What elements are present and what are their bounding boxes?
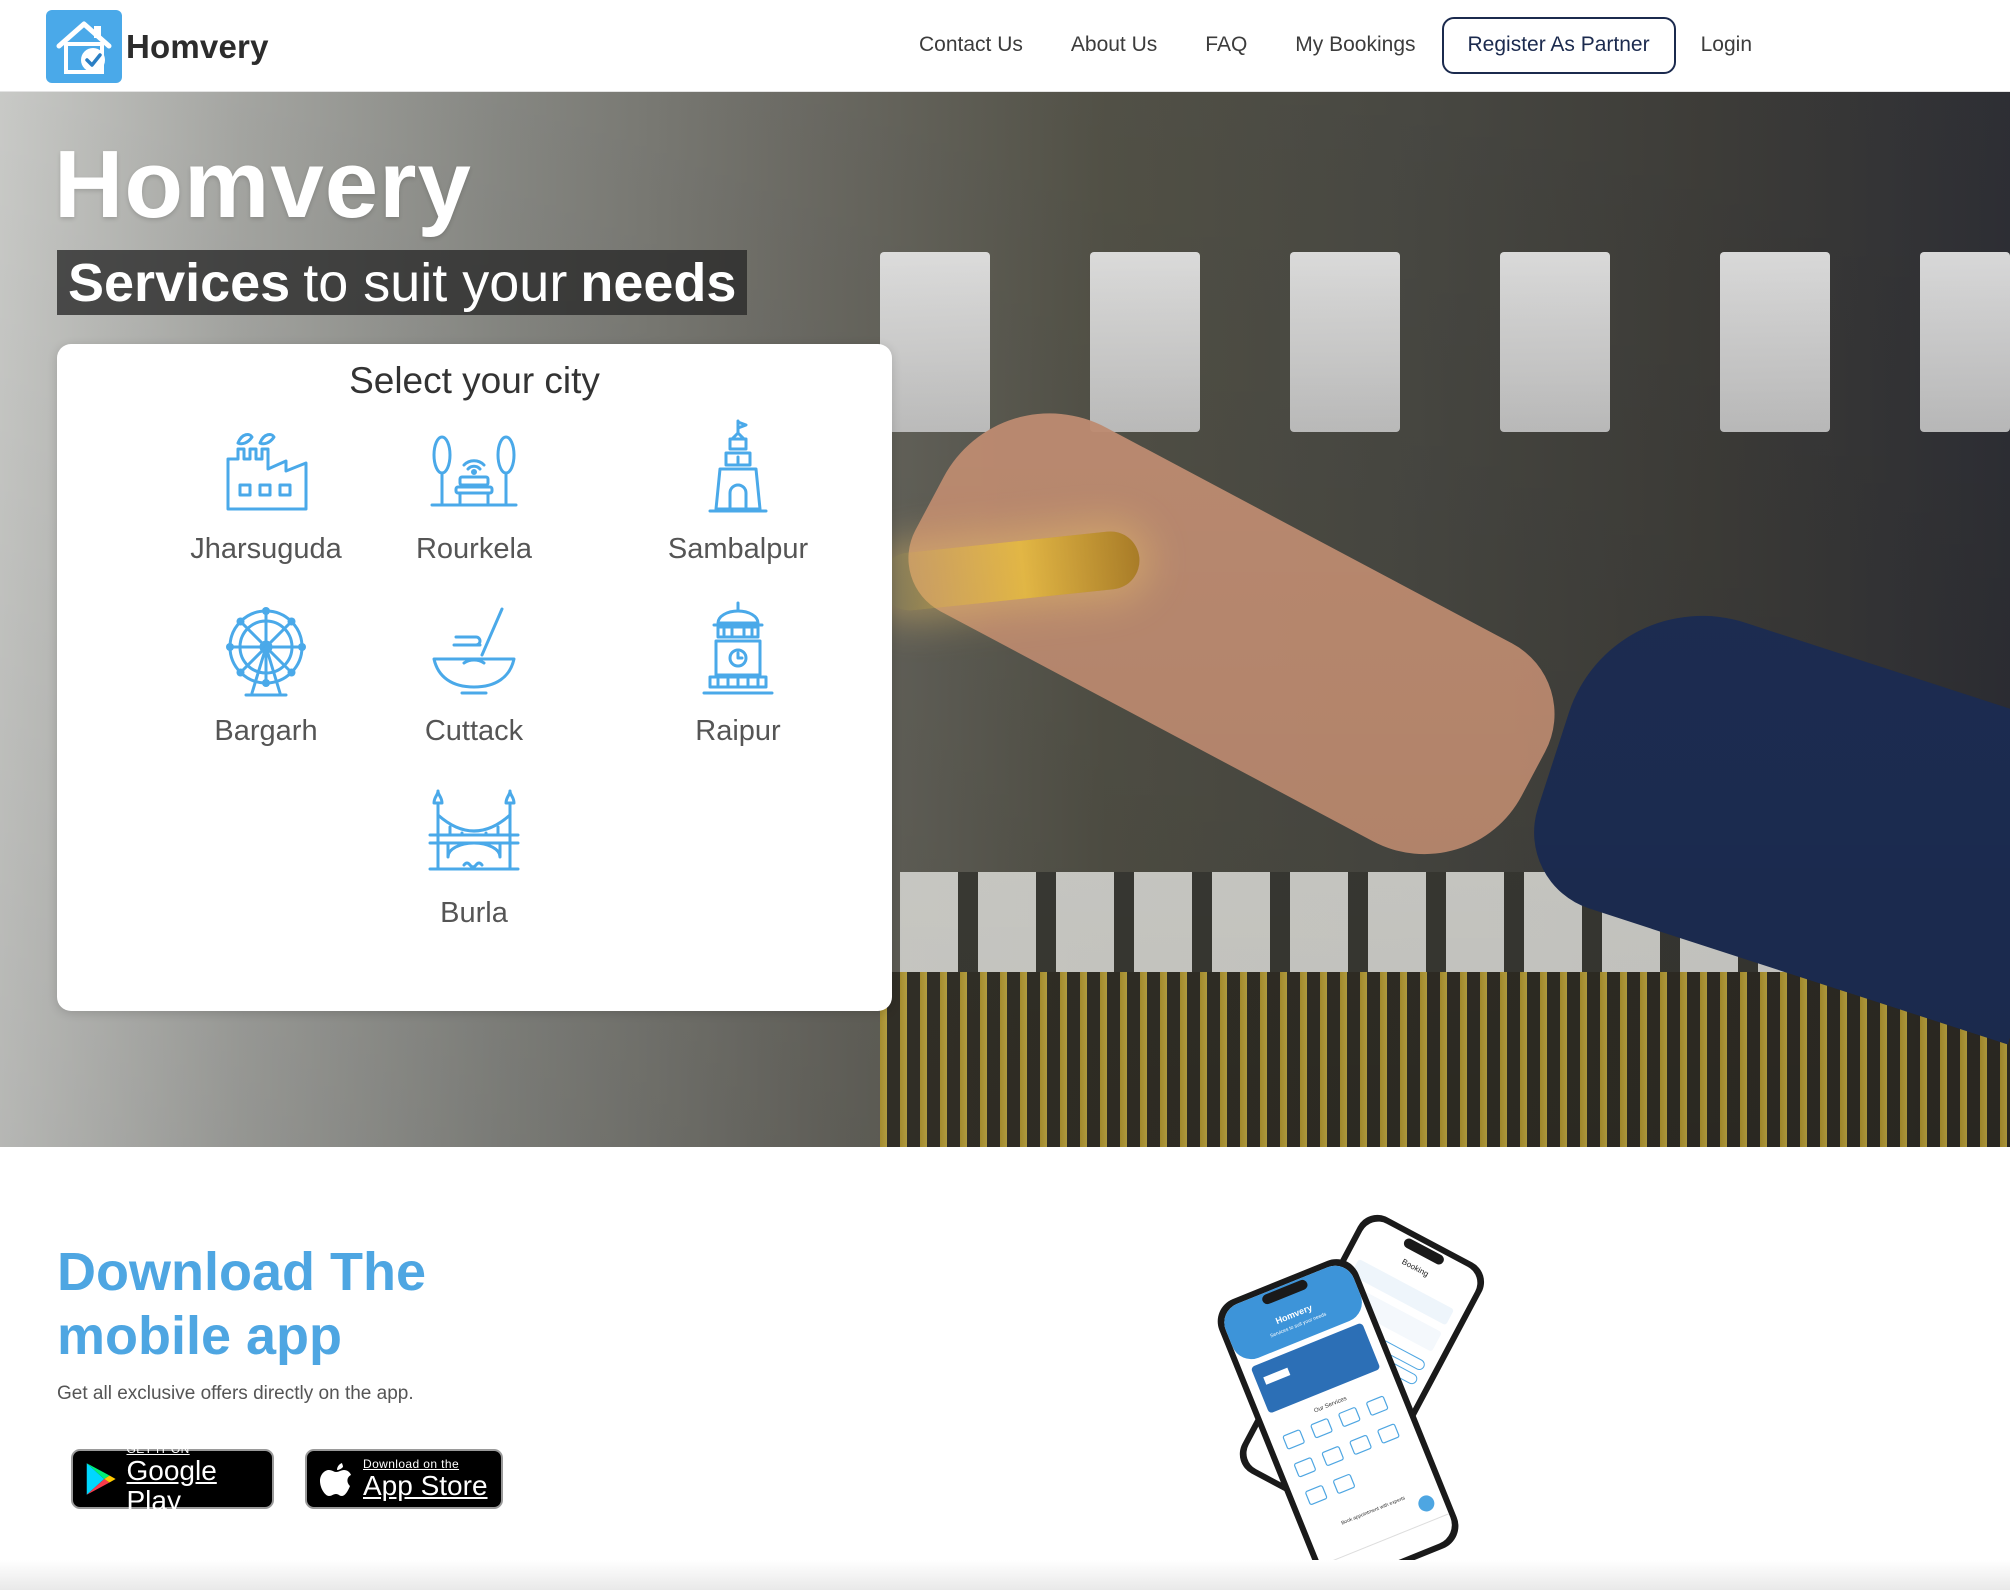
ferris-wheel-icon (226, 607, 306, 697)
hero-tagline: Services to suit your needs (57, 250, 748, 315)
register-partner-button[interactable]: Register As Partner (1441, 16, 1676, 74)
city-name: Bargarh (214, 715, 318, 747)
app-store-button[interactable]: Download on the App Store (305, 1449, 503, 1509)
city-burla[interactable]: Burla (364, 783, 584, 930)
brand-logo[interactable]: Homvery (46, 10, 269, 83)
main-nav: Contact Us About Us FAQ My Bookings Regi… (919, 16, 1752, 74)
city-sambalpur[interactable]: Sambalpur (628, 419, 848, 566)
download-subtitle: Get all exclusive offers directly on the… (57, 1383, 414, 1404)
city-name: Rourkela (415, 533, 533, 565)
tagline-strong-needs: needs (580, 252, 737, 313)
city-bargarh[interactable]: Bargarh (156, 601, 376, 748)
nav-my-bookings[interactable]: My Bookings (1295, 33, 1415, 57)
nav-faq[interactable]: FAQ (1205, 33, 1247, 57)
brand-name: Homvery (126, 27, 269, 65)
city-name: Jharsuguda (190, 533, 342, 565)
city-cuttack[interactable]: Cuttack (364, 601, 584, 748)
clock-tower-icon (702, 601, 774, 695)
nav-login[interactable]: Login (1701, 33, 1752, 57)
city-jharsuguda[interactable]: Jharsuguda (156, 419, 376, 566)
apple-icon (320, 1463, 351, 1496)
page-bottom-divider (0, 1560, 2010, 1590)
tagline-middle: to suit your (303, 252, 568, 313)
app-phone-mockup-image: Booking Homvery Services to suit your ne… (1217, 1214, 1485, 1580)
food-bowl-icon (432, 607, 516, 695)
city-selector-title: Select your city (349, 360, 600, 401)
nav-about-us[interactable]: About Us (1071, 33, 1157, 57)
nav-contact-us[interactable]: Contact Us (919, 33, 1023, 57)
park-bench-icon (430, 435, 518, 507)
city-rourkela[interactable]: Rourkela (364, 419, 584, 566)
google-play-label: Google Play (126, 1455, 217, 1516)
house-check-icon (46, 10, 122, 83)
city-raipur[interactable]: Raipur (628, 601, 848, 748)
google-play-small-text: GET IT ON (126, 1442, 190, 1456)
hero-title: Homvery (54, 131, 472, 238)
download-title: Download The mobile app (57, 1240, 426, 1368)
bridge-icon (428, 789, 520, 871)
google-play-icon (86, 1463, 116, 1495)
factory-icon (226, 433, 308, 511)
temple-icon (708, 419, 768, 513)
download-title-line2: mobile app (57, 1306, 343, 1366)
city-name: Cuttack (424, 715, 524, 747)
app-store-small-text: Download on the (363, 1457, 460, 1471)
city-selector-card: Select your city Jharsuguda Rourkela Sam… (57, 344, 892, 1011)
city-name: Burla (440, 897, 508, 929)
google-play-button[interactable]: GET IT ON Google Play (71, 1442, 274, 1516)
city-name: Sambalpur (667, 533, 809, 565)
app-store-label: App Store (363, 1470, 488, 1501)
download-title-line1: Download The (57, 1242, 426, 1302)
tagline-strong-services: Services (68, 252, 291, 313)
site-header: Homvery Contact Us About Us FAQ My Booki… (0, 0, 2010, 92)
city-name: Raipur (695, 715, 781, 747)
hero-banner: Homvery Services to suit your needs Sele… (0, 92, 2010, 1147)
